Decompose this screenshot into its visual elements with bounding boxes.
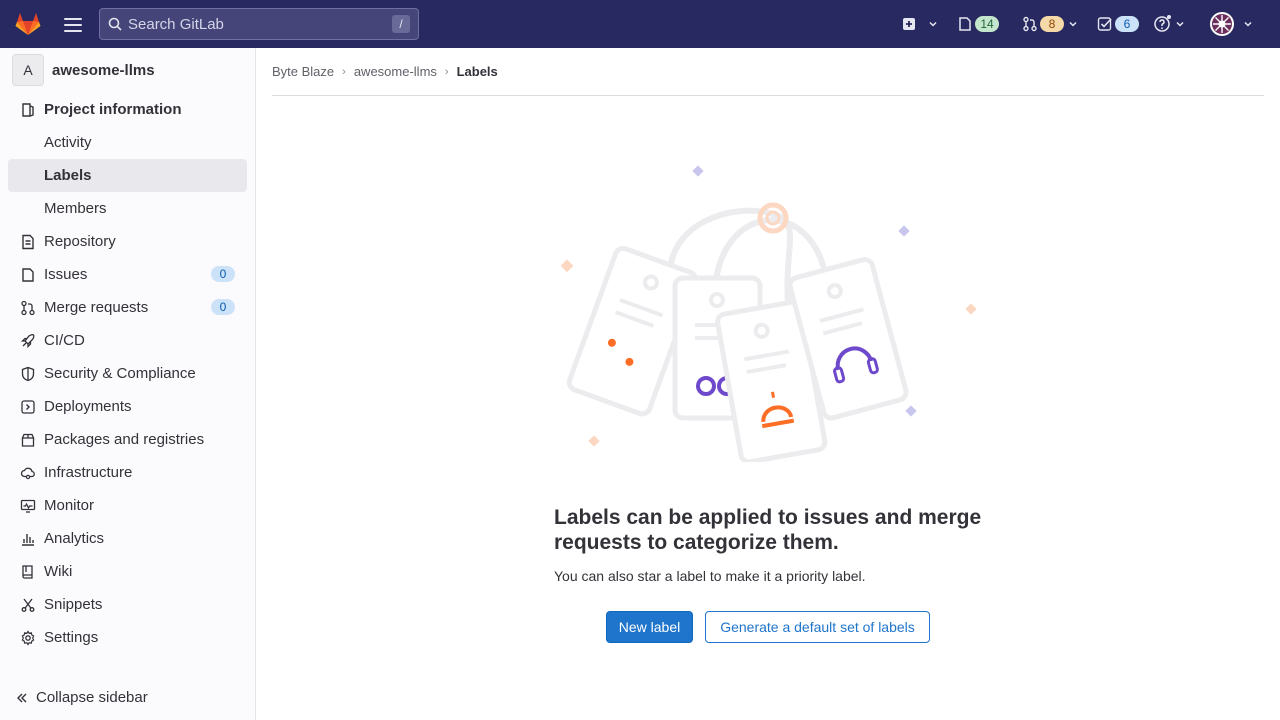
- sidebar: A awesome-llms Project information Activ…: [0, 48, 256, 720]
- sidebar-item-label: Settings: [44, 629, 99, 646]
- todos-nav[interactable]: 6: [1097, 12, 1139, 36]
- sidebar-item-label: Snippets: [44, 596, 103, 613]
- collapse-sidebar-label: Collapse sidebar: [36, 689, 148, 706]
- book-icon: [20, 564, 36, 580]
- sidebar-item-label: Deployments: [44, 398, 132, 415]
- chart-icon: [20, 531, 36, 547]
- search-input[interactable]: [128, 15, 388, 33]
- sidebar-item-repository[interactable]: Repository: [8, 225, 247, 258]
- sidebar-item-members[interactable]: Members: [8, 192, 247, 225]
- empty-state-title: Labels can be applied to issues and merg…: [554, 506, 982, 554]
- sidebar-item-settings[interactable]: Settings: [8, 621, 247, 654]
- project-header[interactable]: A awesome-llms: [12, 54, 155, 86]
- collapse-sidebar-button[interactable]: Collapse sidebar: [16, 689, 148, 706]
- sidebar-item-label: Repository: [44, 233, 116, 250]
- sidebar-item-analytics[interactable]: Analytics: [8, 522, 247, 555]
- scissors-icon: [20, 597, 36, 613]
- sidebar-item-wiki[interactable]: Wiki: [8, 555, 247, 588]
- sidebar-item-label: Issues: [44, 266, 88, 283]
- sidebar-item-label: Labels: [44, 167, 92, 184]
- sidebar-item-security[interactable]: Security & Compliance: [8, 357, 247, 390]
- create-new-dropdown[interactable]: [902, 12, 938, 36]
- sidebar-item-monitor[interactable]: Monitor: [8, 489, 247, 522]
- chevron-down-icon: [1244, 21, 1252, 27]
- project-name: awesome-llms: [52, 61, 155, 79]
- double-chevron-left-icon: [17, 693, 27, 702]
- monitor-icon: [20, 498, 36, 514]
- project-avatar: A: [12, 54, 44, 86]
- sidebar-item-issues[interactable]: Issues 0: [8, 258, 247, 291]
- sidebar-item-packages[interactable]: Packages and registries: [8, 423, 247, 456]
- sidebar-item-label: Packages and registries: [44, 431, 205, 448]
- sidebar-item-merge-requests[interactable]: Merge requests 0: [8, 291, 247, 324]
- doc-icon: [20, 234, 36, 250]
- rocket-icon: [20, 333, 36, 349]
- help-dropdown[interactable]: [1153, 12, 1185, 36]
- merge-requests-nav[interactable]: 8: [1022, 12, 1078, 36]
- shield-icon: [20, 366, 36, 382]
- plus-square-icon: [903, 18, 915, 30]
- sidebar-item-label: Monitor: [44, 497, 95, 514]
- search-shortcut-badge: /: [392, 15, 410, 33]
- chevron-right-icon: ›: [444, 65, 449, 78]
- sidebar-item-label: Members: [44, 200, 107, 217]
- todo-check-icon: [1097, 17, 1112, 31]
- top-navbar: / 14 8 6: [0, 0, 1280, 48]
- sidebar-item-label: Analytics: [44, 530, 105, 547]
- issues-icon: [959, 17, 971, 31]
- breadcrumb-item[interactable]: Byte Blaze: [272, 64, 334, 79]
- sidebar-item-label: Wiki: [44, 563, 73, 580]
- sidebar-item-snippets[interactable]: Snippets: [8, 588, 247, 621]
- sidebar-item-label: Project information: [44, 101, 182, 118]
- search-icon: [108, 17, 122, 31]
- gear-icon: [20, 629, 36, 646]
- empty-state-description: You can also star a label to make it a p…: [554, 568, 866, 584]
- sidebar-item-label: Security & Compliance: [44, 365, 196, 382]
- merge-requests-count-badge: 8: [1040, 16, 1064, 32]
- chevron-down-icon: [929, 21, 937, 27]
- sidebar-item-labels[interactable]: Labels: [8, 159, 247, 192]
- sidebar-item-deployments[interactable]: Deployments: [8, 390, 247, 423]
- gitlab-logo-icon[interactable]: [14, 10, 42, 38]
- sidebar-item-label: Activity: [44, 134, 92, 151]
- breadcrumb: Byte Blaze › awesome-llms › Labels: [272, 48, 1264, 96]
- new-label-button[interactable]: New label: [606, 611, 693, 643]
- breadcrumb-item[interactable]: awesome-llms: [354, 64, 437, 79]
- labels-empty-state-illustration: [560, 165, 977, 462]
- help-icon: [1154, 15, 1171, 32]
- todos-count-badge: 6: [1115, 16, 1139, 32]
- issues-count-badge: 0: [211, 266, 235, 282]
- sidebar-item-label: Infrastructure: [44, 464, 133, 481]
- sidebar-item-activity[interactable]: Activity: [8, 126, 247, 159]
- menu-icon[interactable]: [62, 14, 84, 34]
- issues-icon: [20, 267, 36, 283]
- sidebar-item-infrastructure[interactable]: Infrastructure: [8, 456, 247, 489]
- generate-default-labels-button[interactable]: Generate a default set of labels: [705, 611, 930, 643]
- chevron-down-icon: [1069, 21, 1077, 27]
- project-icon: [20, 102, 36, 118]
- chevron-right-icon: ›: [342, 65, 346, 78]
- issues-nav[interactable]: 14: [957, 12, 999, 36]
- sidebar-item-project-information[interactable]: Project information: [8, 93, 247, 126]
- breadcrumb-current[interactable]: Labels: [457, 64, 498, 79]
- search-box[interactable]: /: [99, 8, 419, 40]
- merge-request-icon: [1023, 16, 1037, 32]
- sidebar-item-label: Merge requests: [44, 299, 149, 316]
- user-menu[interactable]: [1209, 12, 1253, 36]
- chevron-down-icon: [1176, 21, 1184, 27]
- merge-request-icon: [20, 300, 36, 316]
- merge-requests-count-badge: 0: [211, 299, 235, 315]
- sidebar-item-label: CI/CD: [44, 332, 85, 349]
- deployments-icon: [20, 399, 36, 415]
- cloud-gear-icon: [20, 465, 36, 481]
- avatar: [1210, 12, 1234, 36]
- sidebar-item-ci-cd[interactable]: CI/CD: [8, 324, 247, 357]
- issues-count-badge: 14: [975, 16, 999, 32]
- sidebar-menu: Project information Activity Labels Memb…: [8, 93, 247, 654]
- package-icon: [20, 432, 36, 448]
